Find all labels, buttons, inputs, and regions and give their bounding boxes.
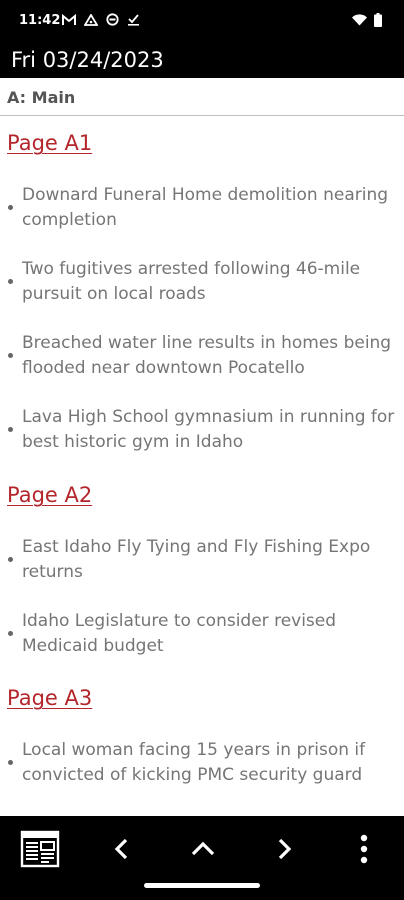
bullet-icon [8,353,13,358]
headline-text[interactable]: East Idaho Fly Tying and Fly Fishing Exp… [22,535,398,585]
section-bar[interactable]: A: Main [0,81,404,116]
notification-icons [62,13,140,26]
previous-button[interactable] [100,829,144,869]
wifi-icon [352,14,367,26]
headline-item[interactable]: Idaho Legislature to consider revised Me… [8,609,398,659]
battery-icon [374,13,382,27]
chevron-left-icon [114,838,128,860]
headline-text[interactable]: Breached water line results in homes bei… [22,331,398,381]
up-button[interactable] [181,829,225,869]
bullet-icon [8,631,13,636]
status-bar: 11:42 [0,0,404,44]
headline-text[interactable]: Idaho Legislature to consider revised Me… [22,609,398,659]
chevron-up-icon [191,841,215,856]
headline-item[interactable]: East Idaho Fly Tying and Fly Fishing Exp… [8,535,398,585]
drive-icon [84,13,98,26]
download-done-icon [128,14,139,26]
bullet-icon [8,205,13,210]
status-time: 11:42 [19,13,61,28]
headline-item[interactable]: Lava High School gymnasium in running fo… [8,405,398,455]
home-indicator[interactable] [144,883,260,888]
page-heading-a3[interactable]: Page A3 [7,686,92,710]
app-header: Fri 03/24/2023 [0,44,404,78]
more-vert-icon [360,834,368,864]
newspaper-button[interactable] [18,829,62,869]
bullet-icon [8,279,13,284]
chevron-right-icon [278,838,292,860]
headline-text[interactable]: Two fugitives arrested following 46-mile… [22,257,398,307]
headline-item[interactable]: Breached water line results in homes bei… [8,331,398,381]
next-button[interactable] [262,829,306,869]
section-label: A: Main [7,88,76,107]
more-button[interactable] [342,829,386,869]
headline-item[interactable]: Downard Funeral Home demolition nearing … [8,183,398,233]
settings-icon [106,13,119,26]
headline-item[interactable]: Two fugitives arrested following 46-mile… [8,257,398,307]
headline-item[interactable]: Local woman facing 15 years in prison if… [8,738,398,788]
headline-text[interactable]: Downard Funeral Home demolition nearing … [22,183,398,233]
headline-text[interactable]: Local woman facing 15 years in prison if… [22,738,398,788]
system-icons [352,13,382,27]
bullet-icon [8,760,13,765]
page-heading-a1[interactable]: Page A1 [7,131,92,155]
bullet-icon [8,557,13,562]
page-heading-a2[interactable]: Page A2 [7,483,92,507]
article-list: Page A1 Downard Funeral Home demolition … [0,117,404,817]
bullet-icon [8,427,13,432]
edition-date[interactable]: Fri 03/24/2023 [11,48,164,72]
headline-text[interactable]: Lava High School gymnasium in running fo… [22,405,398,455]
gmail-icon [62,13,76,25]
newspaper-icon [20,830,60,868]
